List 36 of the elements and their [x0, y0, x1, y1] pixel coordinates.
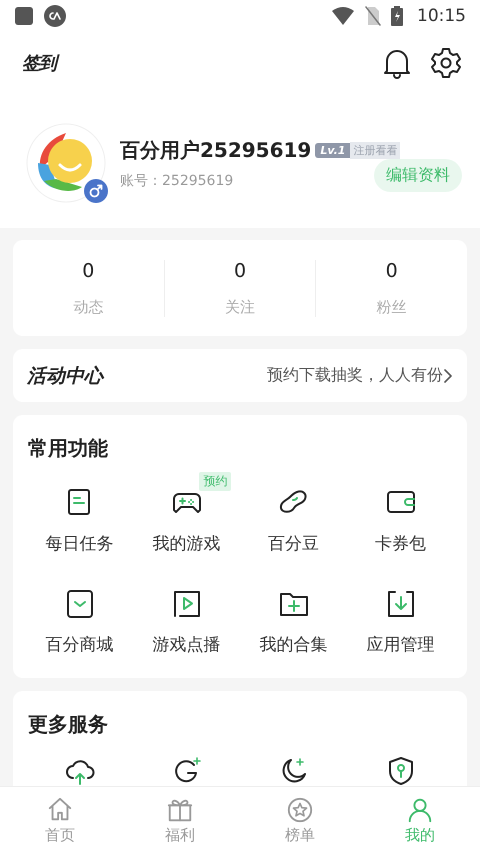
- app-icon: [44, 5, 66, 27]
- section-title: 常用功能: [28, 435, 109, 462]
- stat-count: 0: [234, 260, 246, 282]
- promo-link[interactable]: 预约下载抽奖，人人有份: [267, 365, 443, 386]
- function-label[interactable]: 每日任务: [46, 532, 114, 555]
- battery-icon: [391, 6, 403, 26]
- chevron-right-icon: [443, 368, 453, 384]
- function-label[interactable]: 百分豆: [268, 532, 319, 555]
- function-label[interactable]: 游戏点播: [152, 633, 220, 656]
- function-label[interactable]: 我的合集: [260, 633, 328, 656]
- stat-count: 0: [386, 260, 398, 282]
- wifi-icon: [331, 6, 355, 26]
- level-badge: Lv.1: [315, 142, 350, 158]
- function-label[interactable]: 卡券包: [375, 532, 426, 555]
- stat-count: 0: [82, 260, 94, 282]
- user-name: 百分用户25295619: [120, 136, 312, 164]
- no-sim-icon: [365, 6, 381, 26]
- function-label[interactable]: 应用管理: [366, 633, 434, 656]
- function-label[interactable]: 我的游戏: [152, 532, 220, 555]
- star-badge-icon: [286, 796, 314, 824]
- clock-time: 10:15: [417, 6, 466, 26]
- account-number: 账号：25295619: [120, 172, 234, 190]
- store-icon[interactable]: [64, 589, 94, 619]
- section-title: 更多服务: [28, 711, 109, 738]
- home-icon: [46, 796, 74, 824]
- avatar-icon: [26, 123, 106, 203]
- male-icon: [84, 179, 108, 203]
- activity-center-title: 活动中心: [27, 364, 103, 388]
- play-icon[interactable]: [172, 589, 202, 619]
- notification-icon: [14, 6, 34, 26]
- settings-icon[interactable]: [430, 47, 462, 79]
- download-icon[interactable]: [386, 589, 416, 619]
- function-label[interactable]: 百分商城: [46, 633, 114, 656]
- reserve-badge: 预约: [199, 472, 232, 491]
- register-tag: 注册看看: [350, 142, 400, 158]
- bell-icon[interactable]: [382, 47, 412, 79]
